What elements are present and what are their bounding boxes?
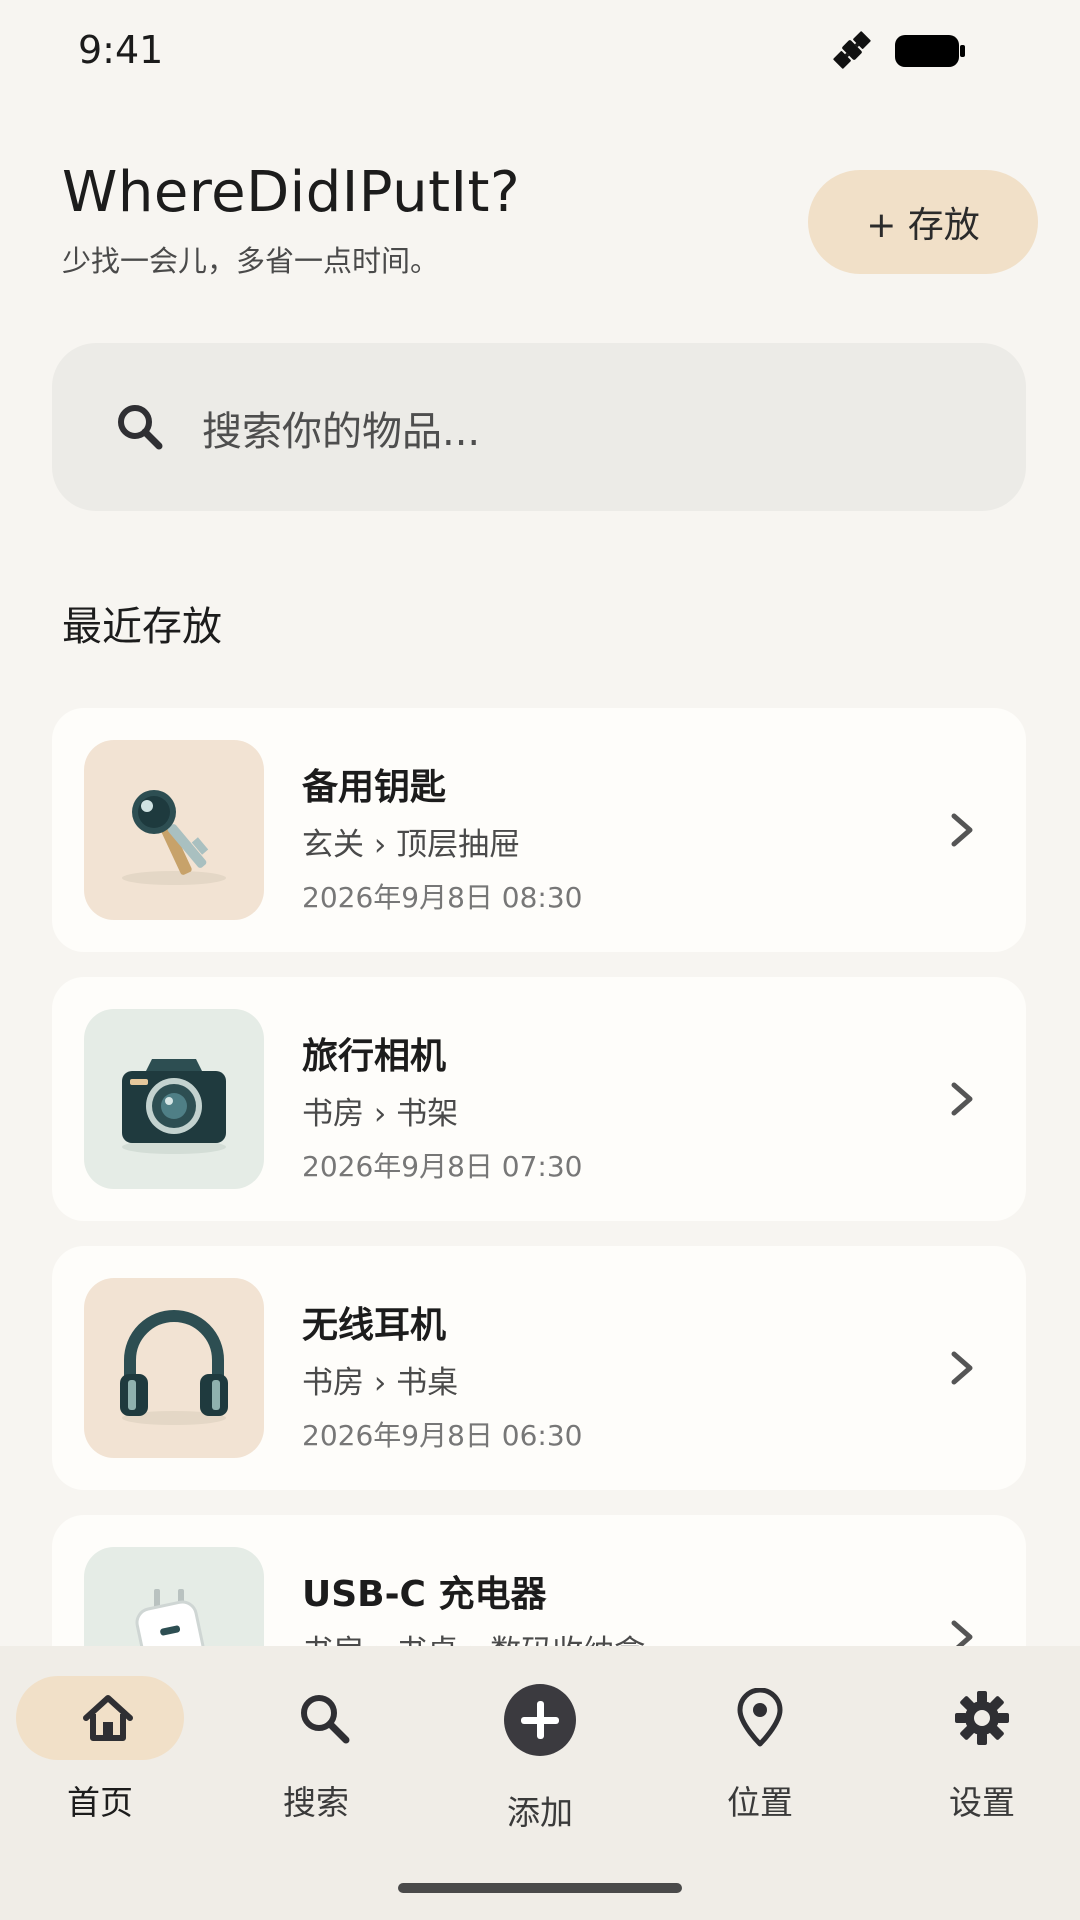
item-name: 无线耳机 — [302, 1305, 447, 1346]
add-circle-icon — [504, 1684, 576, 1756]
search-icon — [301, 1695, 350, 1744]
location-pin-icon — [737, 1688, 783, 1747]
item-name: USB-C 充电器 — [302, 1574, 547, 1615]
item-location: 书房 › 书架 — [302, 1096, 459, 1132]
nav-item-search[interactable]: 搜索 — [216, 1646, 432, 1846]
nav-label-location: 位置 — [727, 1783, 793, 1822]
app-title: WhereDidIPutIt? — [62, 160, 521, 225]
item-date: 2026年9月8日 07:30 — [302, 1150, 583, 1183]
status-time: 9:41 — [78, 28, 164, 72]
home-icon — [83, 1695, 133, 1741]
item-card[interactable]: 备用钥匙 玄关 › 顶层抽屉 2026年9月8日 08:30 — [52, 708, 1026, 952]
battery-icon — [895, 35, 965, 67]
camera-icon — [122, 1059, 226, 1154]
gear-icon — [955, 1691, 1009, 1745]
section-title-recent: 最近存放 — [62, 604, 222, 650]
search-placeholder: 搜索你的物品... — [202, 409, 481, 455]
status-bar: 9:41 — [0, 0, 1080, 100]
nav-label-home: 首页 — [67, 1783, 133, 1822]
search-bar[interactable]: 搜索你的物品... — [52, 343, 1026, 511]
item-thumbnail — [84, 1009, 264, 1189]
search-icon — [118, 405, 163, 450]
item-card[interactable]: 旅行相机 书房 › 书架 2026年9月8日 07:30 — [52, 977, 1026, 1221]
app-subtitle: 少找一会儿，多省一点时间。 — [62, 244, 440, 278]
home-indicator[interactable] — [398, 1883, 682, 1893]
store-item-button[interactable]: + 存放 — [808, 170, 1038, 274]
nav-label-settings: 设置 — [949, 1783, 1015, 1822]
headphones-icon — [120, 1310, 228, 1425]
chevron-right-icon[interactable] — [942, 1348, 982, 1388]
nav-item-location[interactable]: 位置 — [648, 1646, 864, 1846]
nav-item-home[interactable]: 首页 — [0, 1646, 216, 1846]
item-card[interactable]: 无线耳机 书房 › 书桌 2026年9月8日 06:30 — [52, 1246, 1026, 1490]
item-thumbnail — [84, 1278, 264, 1458]
satellite-icon — [833, 31, 871, 69]
item-name: 旅行相机 — [302, 1036, 447, 1077]
item-location: 玄关 › 顶层抽屉 — [302, 827, 521, 863]
nav-label-add: 添加 — [507, 1793, 573, 1832]
item-location: 书房 › 书桌 — [302, 1365, 459, 1401]
chevron-right-icon[interactable] — [942, 1079, 982, 1119]
chevron-right-icon[interactable] — [942, 810, 982, 850]
item-date: 2026年9月8日 08:30 — [302, 881, 583, 914]
nav-label-search: 搜索 — [283, 1783, 349, 1822]
key-icon — [122, 790, 226, 885]
item-date: 2026年9月8日 06:30 — [302, 1419, 583, 1452]
item-thumbnail — [84, 740, 264, 920]
nav-item-add[interactable]: 添加 — [432, 1646, 648, 1846]
bottom-navigation: 首页 搜索 添加 位置 设置 — [0, 1646, 1080, 1920]
item-name: 备用钥匙 — [302, 767, 447, 808]
nav-item-settings[interactable]: 设置 — [864, 1646, 1080, 1846]
